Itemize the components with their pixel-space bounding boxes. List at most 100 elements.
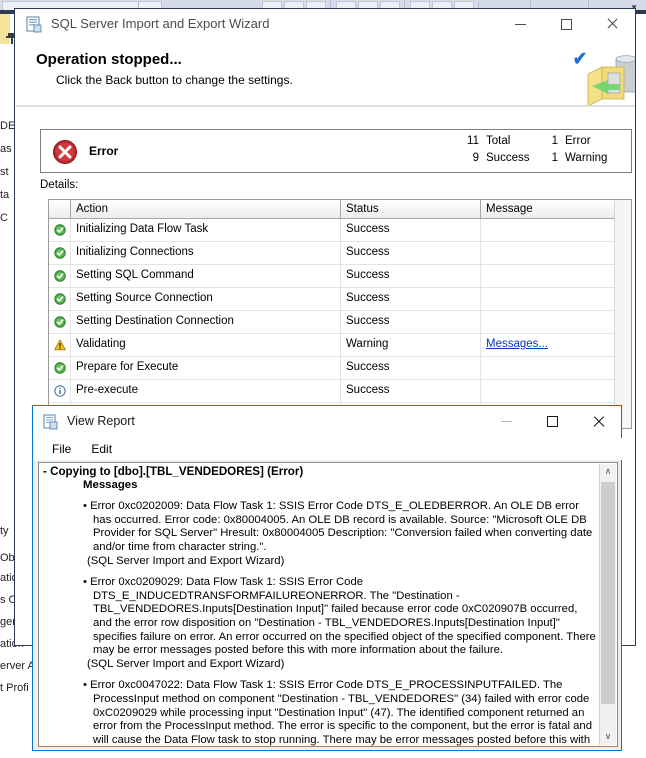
table-row[interactable]: Setting SQL Command Success	[49, 265, 631, 288]
success-icon	[53, 247, 66, 259]
cell-action: Initializing Data Flow Task	[71, 219, 341, 241]
banner-subtext: Click the Back button to change the sett…	[56, 73, 293, 87]
cell-status: Success	[341, 288, 481, 310]
report-messages-label: Messages	[83, 478, 138, 491]
cell-message	[481, 265, 631, 287]
warning-icon	[53, 339, 66, 351]
row-status-icon-cell	[49, 288, 71, 310]
success-icon	[53, 316, 66, 328]
cell-action: Setting Source Connection	[71, 288, 341, 310]
report-icon	[43, 414, 58, 430]
menu-item-edit[interactable]: Edit	[81, 440, 122, 458]
details-grid: Action Status Message Initializing Data …	[48, 199, 632, 429]
report-minimize-button[interactable]	[483, 406, 529, 437]
wizard-artwork-icon	[587, 55, 635, 105]
column-header-message[interactable]: Message	[481, 200, 631, 219]
report-title-text: View Report	[67, 414, 135, 428]
row-status-icon-cell	[49, 380, 71, 402]
table-row[interactable]: Setting Source Connection Success	[49, 288, 631, 311]
error-count: 1	[551, 135, 558, 147]
menu-item-file[interactable]: File	[42, 440, 81, 458]
report-message-source: (SQL Server Import and Export Wizard)	[87, 554, 285, 567]
column-header-icon[interactable]	[49, 200, 71, 219]
cell-message	[481, 380, 631, 402]
row-status-icon-cell	[49, 311, 71, 333]
bg-tree-line: erver A	[0, 660, 35, 672]
total-count: 11	[467, 135, 479, 147]
cell-action: Prepare for Execute	[71, 357, 341, 379]
report-message-item: • Error 0xc0047022: Data Flow Task 1: SS…	[83, 679, 597, 746]
wizard-close-button[interactable]	[589, 9, 635, 39]
messages-link[interactable]: Messages...	[486, 338, 548, 350]
row-status-icon-cell	[49, 334, 71, 356]
wizard-title-bar: SQL Server Import and Export Wizard	[15, 9, 635, 41]
cell-action: Validating	[71, 334, 341, 356]
cell-action: Setting SQL Command	[71, 265, 341, 287]
cell-status: Success	[341, 357, 481, 379]
table-row[interactable]: Validating Warning Messages...	[49, 334, 631, 357]
screen-root: ▼ DE as st ta C ty Objec ation s On H ge…	[0, 0, 646, 758]
details-label: Details:	[40, 179, 79, 191]
view-report-window: View Report File Edit - Copying to [dbo]…	[32, 405, 628, 751]
report-message-body: Error 0xc0047022: Data Flow Task 1: SSIS…	[90, 679, 592, 746]
warning-count: 1	[551, 152, 558, 164]
cell-action: Pre-execute	[71, 380, 341, 402]
success-icon	[53, 270, 66, 282]
status-summary-box: Error 11 Total 1 Error 9 Success 1 Warni…	[40, 129, 632, 173]
error-label: Error	[565, 135, 591, 147]
table-row[interactable]: Prepare for Execute Success	[49, 357, 631, 380]
cell-action: Setting Destination Connection	[71, 311, 341, 333]
banner-heading: Operation stopped...	[36, 51, 182, 68]
report-maximize-button[interactable]	[529, 406, 575, 437]
cell-status: Success	[341, 219, 481, 241]
report-scrollbar[interactable]: ∧ ∨	[599, 464, 616, 745]
report-message-item: • Error 0xc0209029: Data Flow Task 1: SS…	[83, 576, 597, 671]
column-header-status[interactable]: Status	[341, 200, 481, 219]
cell-status: Success	[341, 242, 481, 264]
success-icon	[53, 224, 66, 236]
report-message-body: Error 0xc0202009: Data Flow Task 1: SSIS…	[90, 500, 593, 553]
warning-label: Warning	[565, 152, 608, 164]
info-icon	[53, 385, 66, 397]
counts-row: 9 Success 1 Warning	[457, 152, 623, 169]
cell-message	[481, 311, 631, 333]
report-title-bar: View Report	[33, 406, 621, 438]
grid-rows: Initializing Data Flow Task Success Initia…	[49, 219, 631, 428]
wizard-maximize-button[interactable]	[543, 9, 589, 39]
error-icon	[53, 140, 77, 164]
total-label: Total	[486, 135, 511, 147]
table-row[interactable]: Initializing Data Flow Task Success	[49, 219, 631, 242]
wizard-title-text: SQL Server Import and Export Wizard	[51, 16, 270, 31]
cell-status: Success	[341, 311, 481, 333]
report-close-button[interactable]	[575, 406, 621, 437]
table-row[interactable]: Pre-execute Success	[49, 380, 631, 403]
cell-message: Messages...	[481, 334, 631, 356]
success-icon	[53, 293, 66, 305]
cell-message	[481, 219, 631, 241]
cell-status: Warning	[341, 334, 481, 356]
grid-header-row: Action Status Message	[49, 200, 631, 219]
success-icon	[53, 362, 66, 374]
row-status-icon-cell	[49, 265, 71, 287]
cell-status: Success	[341, 380, 481, 402]
report-text-content[interactable]: - Copying to [dbo].[TBL_VENDEDORES] (Err…	[39, 463, 601, 746]
table-row[interactable]: Initializing Connections Success	[49, 242, 631, 265]
grid-scrollbar[interactable]	[614, 200, 631, 428]
table-row[interactable]: Setting Destination Connection Success	[49, 311, 631, 334]
report-body: - Copying to [dbo].[TBL_VENDEDORES] (Err…	[38, 462, 618, 747]
wizard-banner: Operation stopped... Click the Back butt…	[16, 40, 635, 106]
scroll-down-icon[interactable]: ∨	[600, 729, 616, 745]
column-header-action[interactable]: Action	[71, 200, 341, 219]
row-status-icon-cell	[49, 357, 71, 379]
status-badge: Error	[89, 144, 119, 158]
counts-block: 11 Total 1 Error 9 Success 1 Warning	[457, 135, 623, 169]
wizard-minimize-button[interactable]	[497, 9, 543, 39]
scroll-up-icon[interactable]: ∧	[600, 464, 616, 480]
cell-status: Success	[341, 265, 481, 287]
cell-message	[481, 242, 631, 264]
banner-divider	[16, 106, 635, 107]
report-message-body: Error 0xc0209029: Data Flow Task 1: SSIS…	[90, 576, 596, 657]
scrollbar-thumb[interactable]	[601, 482, 615, 704]
cell-action: Initializing Connections	[71, 242, 341, 264]
row-status-icon-cell	[49, 242, 71, 264]
